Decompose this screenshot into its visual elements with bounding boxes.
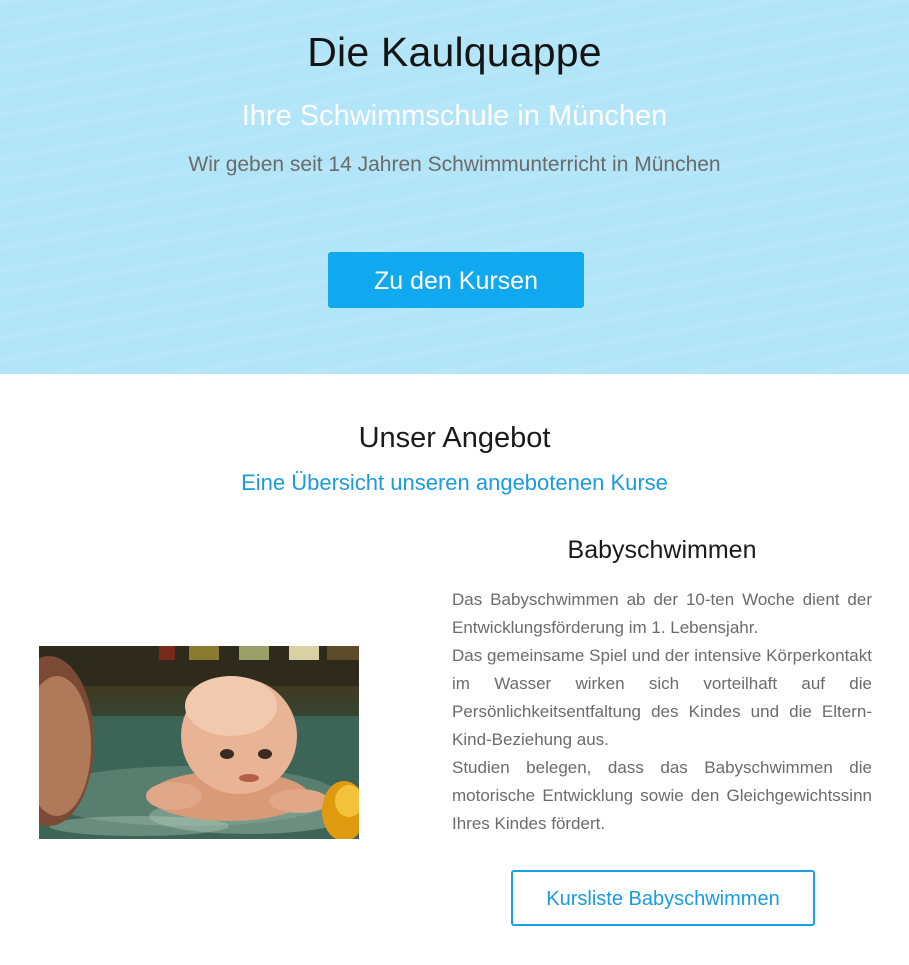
hero-tagline: Wir geben seit 14 Jahren Schwimmunterric… [188,153,721,176]
hero-subtitle: Ihre Schwimmschule in München [241,100,668,132]
course-description: Das Babyschwimmen ab der 10-ten Woche di… [452,586,872,838]
hero-section: Die Kaulquappe Ihre Schwimmschule in Mün… [0,0,909,374]
course-description-paragraph: Studien belegen, dass das Babyschwimmen … [452,758,872,833]
offer-subtitle: Eine Übersicht unseren angebotenen Kurse [241,470,668,495]
site-title: Die Kaulquappe [307,29,602,75]
to-courses-button[interactable]: Zu den Kursen [328,252,584,308]
baby-swimming-photo [39,646,359,839]
course-description-paragraph: Das Babyschwimmen ab der 10-ten Woche di… [452,590,872,637]
course-description-paragraph: Das gemeinsame Spiel und der intensive K… [452,646,872,749]
offer-title: Unser Angebot [358,422,551,454]
course-title-babyschwimmen: Babyschwimmen [567,536,757,564]
course-list-babyschwimmen-button[interactable]: Kursliste Babyschwimmen [511,870,815,926]
